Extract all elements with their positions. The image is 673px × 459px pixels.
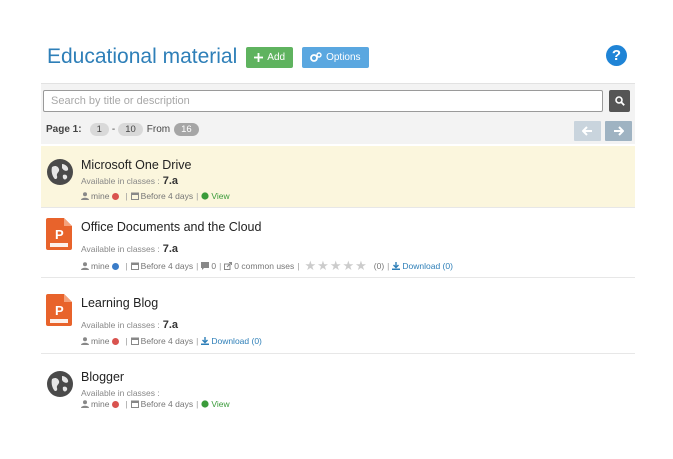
pagination-info: Page 1: 1 - 10 From 16 [46, 123, 202, 136]
help-icon[interactable]: ? [606, 45, 627, 66]
calendar-icon [130, 262, 139, 270]
user-icon [81, 192, 89, 200]
item-meta: mine | Before 4 days | View [81, 399, 230, 409]
globe-small-icon [201, 400, 209, 408]
owner: mine [91, 191, 110, 201]
calendar-icon [130, 400, 139, 408]
owner: mine [91, 399, 110, 409]
share-icon [224, 262, 233, 270]
page-label: Page 1: [46, 124, 82, 135]
total-badge: 16 [174, 123, 199, 136]
view-label: View [211, 191, 230, 201]
status-dot [112, 262, 120, 270]
ppt-file-icon: P [46, 294, 72, 326]
search-input[interactable] [43, 90, 603, 112]
globe-small-icon [201, 192, 209, 200]
item-meta: mine | Before 4 days | Download (0) [81, 336, 262, 346]
status-dot [112, 192, 120, 200]
arrow-left-icon [582, 126, 592, 136]
download-label: Download (0) [211, 336, 262, 346]
star-icon[interactable]: ★ [330, 259, 342, 272]
globe-icon [47, 371, 73, 397]
item-title[interactable]: Microsoft One Drive [81, 158, 191, 172]
list-item[interactable]: P Office Documents and the Cloud Availab… [41, 208, 635, 278]
page-header: Educational material Add Options [47, 42, 369, 72]
search-button[interactable] [609, 90, 630, 112]
list-item[interactable]: Blogger Available in classes : mine | Be… [41, 354, 635, 416]
download-link[interactable]: Download (0) [392, 261, 453, 271]
help-label: ? [611, 47, 622, 64]
classes-value: 7.a [162, 175, 179, 187]
range-start-badge: 1 [89, 123, 109, 136]
item-classes: Available in classes :7.a [81, 319, 178, 331]
svg-text:P: P [55, 227, 64, 242]
classes-value: 7.a [162, 319, 179, 331]
view-link[interactable]: View [201, 399, 230, 409]
classes-label: Available in classes : [81, 176, 160, 186]
item-classes: Available in classes :7.a [81, 175, 178, 187]
classes-label: Available in classes : [81, 244, 160, 254]
item-classes: Available in classes :7.a [81, 243, 178, 255]
range-end-badge: 10 [118, 123, 143, 136]
view-label: View [211, 399, 230, 409]
user-icon [81, 262, 89, 270]
user-icon [81, 337, 89, 345]
list-item[interactable]: P Learning Blog Available in classes :7.… [41, 278, 635, 354]
page-title: Educational material [47, 45, 238, 68]
options-button-label: Options [326, 51, 361, 63]
item-classes: Available in classes : [81, 387, 163, 399]
item-meta: mine | Before 4 days | 0 | 0 common uses… [81, 259, 453, 272]
plus-icon [254, 52, 264, 62]
search-panel: Page 1: 1 - 10 From 16 [41, 83, 635, 144]
ppt-file-icon: P [46, 218, 72, 250]
item-title[interactable]: Learning Blog [81, 296, 158, 310]
status-dot [112, 400, 120, 408]
download-link[interactable]: Download (0) [201, 336, 262, 346]
globe-icon [47, 159, 73, 185]
calendar-icon [130, 192, 139, 200]
star-icon[interactable]: ★ [355, 259, 367, 272]
star-icon[interactable]: ★ [317, 259, 329, 272]
owner: mine [91, 261, 110, 271]
view-link[interactable]: View [201, 191, 230, 201]
item-date: Before 4 days [140, 191, 194, 201]
common-uses: 0 common uses [234, 261, 295, 271]
classes-value: 7.a [162, 243, 179, 255]
arrow-right-icon [614, 126, 624, 136]
svg-text:P: P [55, 303, 64, 318]
item-date: Before 4 days [140, 399, 194, 409]
add-button-label: Add [267, 51, 286, 63]
add-button[interactable]: Add [246, 46, 294, 68]
list-item[interactable]: Microsoft One Drive Available in classes… [41, 146, 635, 208]
classes-label: Available in classes : [81, 320, 160, 330]
search-icon [614, 96, 625, 106]
calendar-icon [130, 337, 139, 345]
item-meta: mine | Before 4 days | View [81, 191, 230, 201]
status-dot [112, 337, 120, 345]
range-dash: - [111, 124, 116, 135]
item-title[interactable]: Office Documents and the Cloud [81, 220, 261, 234]
rating-stars[interactable]: ★ ★ ★ ★ ★ [305, 259, 368, 272]
item-date: Before 4 days [140, 336, 194, 346]
rating-count: (0) [373, 261, 385, 271]
next-page-button[interactable] [605, 121, 632, 141]
star-icon[interactable]: ★ [342, 259, 354, 272]
prev-page-button[interactable] [574, 121, 601, 141]
comment-count: 0 [211, 261, 217, 271]
owner: mine [91, 336, 110, 346]
gears-icon [310, 52, 322, 62]
star-icon[interactable]: ★ [305, 259, 317, 272]
user-icon [81, 400, 89, 408]
comment-icon [201, 262, 210, 270]
item-title[interactable]: Blogger [81, 370, 124, 384]
download-label: Download (0) [402, 261, 453, 271]
classes-label: Available in classes : [81, 388, 160, 398]
from-label: From [146, 124, 171, 135]
options-button[interactable]: Options [302, 46, 369, 68]
item-date: Before 4 days [140, 261, 194, 271]
download-icon [392, 262, 401, 270]
download-icon [201, 337, 210, 345]
